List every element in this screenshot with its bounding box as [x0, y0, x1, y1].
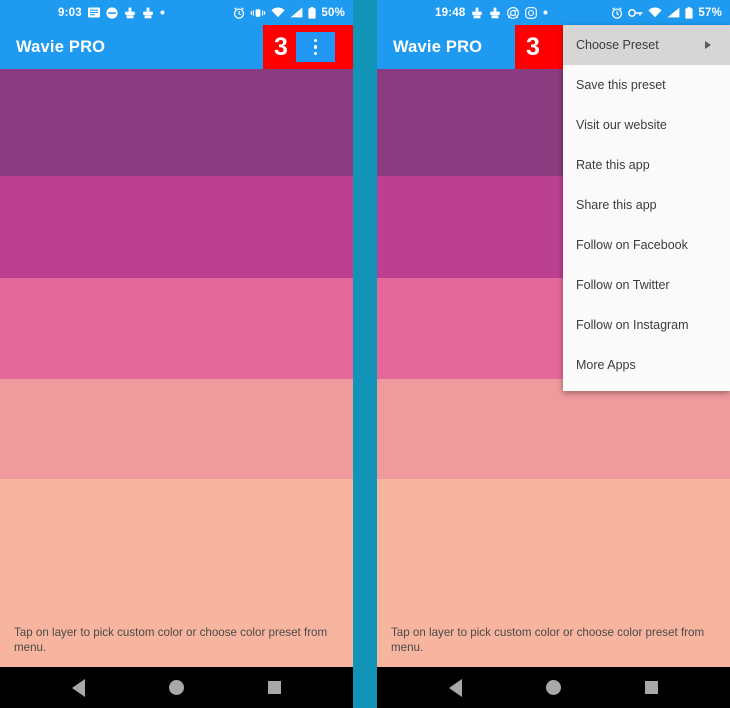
brush-icon: [142, 7, 154, 19]
menu-item-label: Rate this app: [576, 158, 650, 172]
navigation-bar-left: [0, 667, 353, 708]
back-icon[interactable]: [72, 678, 85, 697]
home-icon[interactable]: [169, 680, 184, 695]
chevron-right-icon: [705, 41, 711, 49]
status-bar-right-icons: 57%: [611, 0, 722, 25]
menu-item-follow-on-facebook[interactable]: Follow on Facebook: [563, 225, 730, 265]
overflow-dot: [313, 51, 317, 55]
menu-item-label: Follow on Facebook: [576, 238, 688, 252]
overflow-dot: [313, 39, 317, 43]
brush-icon: [124, 7, 136, 19]
app-title: Wavie PRO: [393, 37, 483, 56]
phone-screenshot-right: 19:48 57% Wavie PRO 3 Tap on layer to pi…: [377, 0, 730, 708]
menu-item-follow-on-instagram[interactable]: Follow on Instagram: [563, 305, 730, 345]
menu-item-visit-our-website[interactable]: Visit our website: [563, 105, 730, 145]
color-layer-1[interactable]: [0, 69, 353, 176]
menu-item-share-this-app[interactable]: Share this app: [563, 185, 730, 225]
battery-icon: [308, 6, 316, 19]
menu-item-save-this-preset[interactable]: Save this preset: [563, 65, 730, 105]
wifi-icon: [648, 7, 662, 18]
signal-icon: [667, 7, 680, 18]
vibrate-icon: [250, 7, 266, 19]
alarm-icon: [611, 6, 623, 19]
message-icon: [87, 7, 100, 18]
dot-icon: [543, 10, 548, 15]
hint-text: Tap on layer to pick custom color or cho…: [391, 626, 705, 654]
menu-item-label: Visit our website: [576, 118, 667, 132]
comparison-stage: 9:03 50% Wavie PRO 3 Tap on layer to pic…: [0, 0, 730, 708]
menu-item-choose-preset[interactable]: Choose Preset: [563, 25, 730, 65]
battery-icon: [685, 6, 693, 19]
color-layer-2[interactable]: [0, 176, 353, 278]
overflow-menu-icon[interactable]: [295, 32, 335, 62]
menu-item-follow-on-twitter[interactable]: Follow on Twitter: [563, 265, 730, 305]
recents-icon[interactable]: [645, 681, 658, 694]
step-number-badge: 3: [526, 32, 540, 61]
dot-icon: [160, 10, 165, 15]
overflow-popup-menu: Choose Preset Save this preset Visit our…: [563, 25, 730, 391]
vpn-key-icon: [628, 8, 643, 18]
recents-icon[interactable]: [268, 681, 281, 694]
contactless-icon: [106, 6, 118, 19]
menu-item-label: Choose Preset: [576, 38, 659, 52]
color-layer-4[interactable]: [0, 379, 353, 479]
alarm-icon: [233, 6, 245, 19]
menu-item-label: Share this app: [576, 198, 657, 212]
status-bar-left-icons: 19:48: [377, 7, 548, 19]
menu-item-label: Follow on Twitter: [576, 278, 670, 292]
color-layer-3[interactable]: [0, 278, 353, 379]
status-bar-right-icons: 50%: [233, 0, 345, 25]
menu-item-rate-this-app[interactable]: Rate this app: [563, 145, 730, 185]
app-bar-left: Wavie PRO 3: [0, 25, 353, 69]
status-bar-left: 9:03 50%: [0, 0, 353, 25]
status-clock: 9:03: [58, 6, 82, 19]
overflow-dot: [313, 45, 317, 49]
menu-item-label: More Apps: [576, 358, 636, 372]
signal-icon: [290, 7, 303, 18]
status-bar-left-icons: 9:03: [0, 7, 165, 19]
instagram-icon: [525, 6, 538, 19]
navigation-bar-right: [377, 667, 730, 708]
hint-text: Tap on layer to pick custom color or cho…: [14, 626, 328, 654]
color-layer-4[interactable]: [377, 379, 730, 479]
home-icon[interactable]: [546, 680, 561, 695]
chrome-icon: [507, 6, 520, 19]
color-layer-stack-left: Tap on layer to pick custom color or cho…: [0, 69, 353, 667]
menu-item-label: Save this preset: [576, 78, 666, 92]
menu-item-more-apps[interactable]: More Apps: [563, 345, 730, 385]
step-number-badge: 3: [274, 32, 288, 61]
brush-icon: [471, 7, 483, 19]
brush-icon: [489, 7, 501, 19]
phone-screenshot-left: 9:03 50% Wavie PRO 3 Tap on layer to pic…: [0, 0, 353, 708]
annotation-callout-left: 3: [263, 25, 353, 69]
battery-percent: 50%: [321, 6, 345, 19]
back-icon[interactable]: [449, 678, 462, 697]
status-clock: 19:48: [435, 6, 466, 19]
app-title: Wavie PRO: [16, 37, 106, 56]
wifi-icon: [271, 7, 285, 18]
status-bar-right: 19:48 57%: [377, 0, 730, 25]
battery-percent: 57%: [698, 6, 722, 19]
menu-item-label: Follow on Instagram: [576, 318, 689, 332]
